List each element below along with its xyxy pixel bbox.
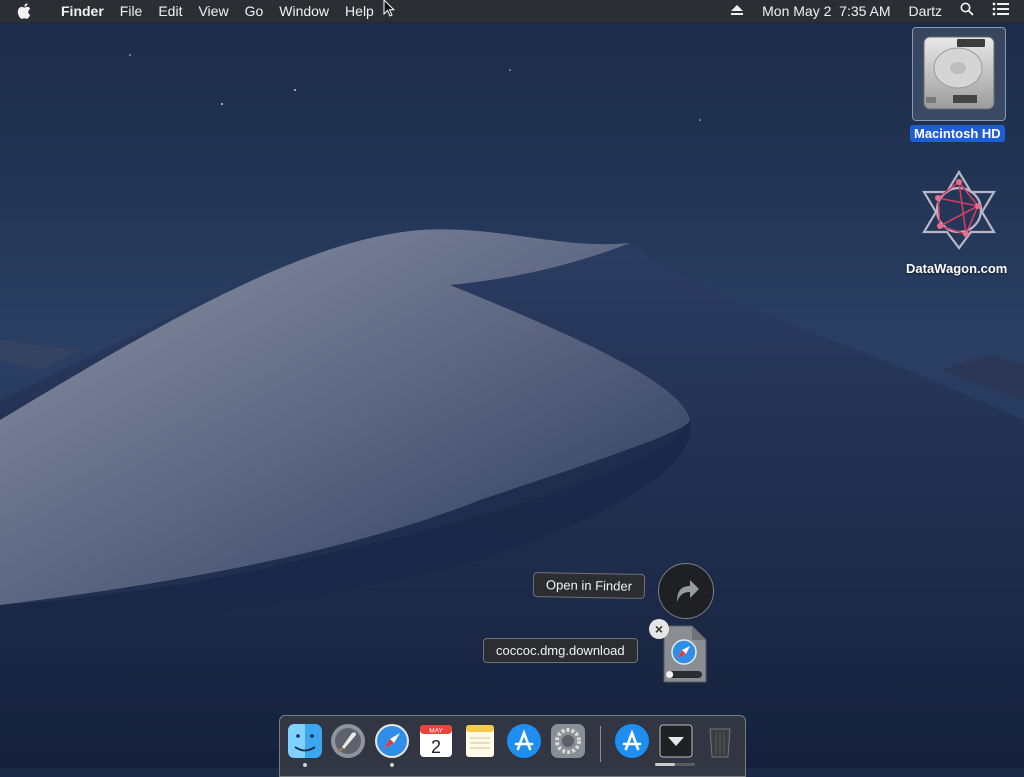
downloads-stack-icon <box>659 724 693 758</box>
downloads-progress-fill <box>655 763 675 766</box>
datawagon-label[interactable]: DataWagon.com <box>906 261 1007 276</box>
dock-safari[interactable] <box>373 722 411 760</box>
dock-downloads[interactable] <box>657 722 695 760</box>
menu-go[interactable]: Go <box>237 0 272 22</box>
download-filename: coccoc.dmg.download <box>483 638 638 663</box>
hard-drive-icon <box>923 36 995 110</box>
menu-edit[interactable]: Edit <box>150 0 190 22</box>
menu-user[interactable]: Dartz <box>900 0 951 22</box>
safari-running-indicator <box>390 763 394 767</box>
menu-clock[interactable]: Mon May 2 7:35 AM <box>753 0 899 22</box>
menu-bar: Finder File Edit View Go Window Help Mon… <box>0 0 1024 22</box>
trash-icon <box>709 728 731 758</box>
calendar-day: 2 <box>431 737 441 757</box>
macintosh-hd-label[interactable]: Macintosh HD <box>910 125 1005 142</box>
downloads-progress-bar <box>655 763 695 766</box>
safari-icon <box>375 724 409 758</box>
calendar-icon: MAY 2 <box>420 725 452 757</box>
gear-icon <box>551 724 585 758</box>
calendar-month: MAY <box>429 728 443 735</box>
menu-app-name[interactable]: Finder <box>53 0 112 22</box>
dock-system-preferences[interactable] <box>549 722 587 760</box>
datawagon-logo-icon[interactable] <box>916 168 1002 250</box>
eject-icon[interactable] <box>721 0 753 22</box>
macintosh-hd-selection[interactable] <box>912 27 1006 121</box>
menu-window[interactable]: Window <box>271 0 337 22</box>
cancel-download-button[interactable]: × <box>649 619 669 639</box>
open-in-finder-tooltip: Open in Finder <box>532 572 646 599</box>
menu-help[interactable]: Help <box>337 0 382 22</box>
dock-launchpad[interactable] <box>329 722 367 760</box>
dock-app-store[interactable] <box>505 722 543 760</box>
notification-center-icon[interactable] <box>983 0 1024 22</box>
spotlight-search-icon[interactable] <box>951 0 983 22</box>
curved-arrow-icon <box>677 580 699 602</box>
app-store-icon <box>615 724 649 758</box>
dock-app-store-2[interactable] <box>613 722 651 760</box>
dock-calendar[interactable]: MAY 2 <box>417 722 455 760</box>
mouse-cursor-icon <box>383 0 395 17</box>
app-store-icon <box>507 724 541 758</box>
launchpad-rocket-icon <box>331 724 365 758</box>
dock-separator <box>600 726 601 762</box>
dock-notes[interactable] <box>461 722 499 760</box>
open-in-finder-button[interactable] <box>658 563 714 619</box>
dock-finder[interactable] <box>286 722 324 760</box>
finder-icon <box>288 724 322 758</box>
menu-file[interactable]: File <box>112 0 151 22</box>
menu-view[interactable]: View <box>190 0 236 22</box>
notes-icon <box>466 725 494 757</box>
dock-trash[interactable] <box>701 722 739 760</box>
apple-menu-icon[interactable] <box>17 2 39 20</box>
finder-running-indicator <box>303 763 307 767</box>
